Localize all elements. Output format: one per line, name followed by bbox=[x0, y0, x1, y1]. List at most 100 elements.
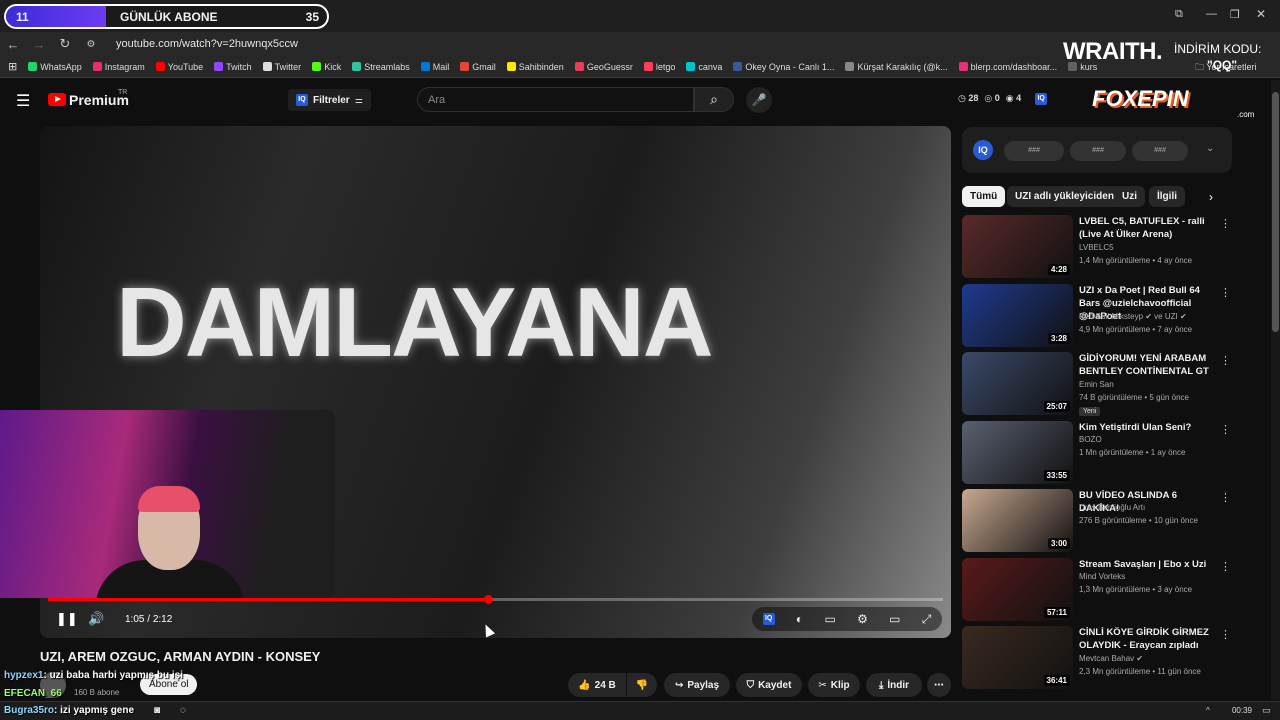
tray-chevron-icon[interactable]: ^ bbox=[1206, 706, 1210, 715]
recommendation-item[interactable]: 57:11 Stream Savaşları | Ebo x Uzi Mind Vo… bbox=[962, 557, 1262, 622]
chip-uploader[interactable]: UZI adlı yükleyiciden bbox=[1007, 186, 1122, 207]
chevron-down-icon[interactable]: ⌄ bbox=[1206, 143, 1214, 154]
iq-panel-icon[interactable]: IQ bbox=[973, 140, 993, 160]
bookmark-item[interactable]: GeoGuessr bbox=[574, 62, 633, 72]
recommendation-title[interactable]: LVBEL C5, BATUFLEX - ralli (Live At Ülke… bbox=[1079, 215, 1219, 241]
clip-button[interactable]: ✂ Klip bbox=[808, 673, 860, 697]
app-icon[interactable]: ◌ bbox=[180, 705, 186, 716]
dislike-button[interactable]: 👎 bbox=[627, 673, 657, 697]
recommendation-item[interactable]: 25:07 GİDİYORUM! YENİ ARABAM BENTLEY CONT… bbox=[962, 352, 1262, 416]
chip-related[interactable]: İlgili bbox=[1149, 186, 1185, 207]
recommendation-thumbnail[interactable]: 25:07 bbox=[962, 352, 1073, 415]
recommendation-item[interactable]: 4:28 LVBEL C5, BATUFLEX - ralli (Live At … bbox=[962, 215, 1262, 279]
recommendation-thumbnail[interactable]: 3:00 bbox=[962, 489, 1073, 552]
bookmark-item[interactable]: Kick bbox=[312, 62, 341, 72]
bookmark-item[interactable]: Okey Oyna - Canlı 1... bbox=[733, 62, 834, 72]
discord-icon[interactable]: ◙ bbox=[154, 705, 160, 716]
more-vert-icon[interactable]: ⋮ bbox=[1220, 560, 1231, 573]
chip-uzi[interactable]: Uzi bbox=[1114, 186, 1145, 207]
back-icon[interactable]: ← bbox=[0, 37, 26, 52]
search-input[interactable]: Ara bbox=[417, 87, 694, 112]
bookmark-item[interactable]: Sahibinden bbox=[506, 62, 564, 72]
recommendation-channel[interactable]: Mind Vorteks bbox=[1079, 572, 1125, 581]
save-button[interactable]: ⛉ Kaydet bbox=[736, 673, 802, 697]
recommendation-title[interactable]: Kim Yetiştirdi Ulan Seni? bbox=[1079, 421, 1219, 434]
bookmark-item[interactable]: Twitter bbox=[262, 62, 301, 72]
chevron-right-icon[interactable]: › bbox=[1209, 190, 1213, 204]
subtitles-icon[interactable]: ▭ bbox=[824, 612, 835, 626]
bookmark-item[interactable]: Kürşat Karakılıç (@k... bbox=[845, 62, 948, 72]
recommendation-item[interactable]: 36:41 CİNLİ KÖYE GİRDİK GİRMEZ OLAYDIK - … bbox=[962, 626, 1262, 690]
autoplay-toggle[interactable]: ◐ bbox=[796, 612, 803, 626]
pause-button[interactable]: ❚❚ bbox=[56, 611, 78, 627]
settings-icon[interactable]: ⚙ bbox=[857, 612, 868, 626]
recommendation-thumbnail[interactable]: 33:55 bbox=[962, 420, 1073, 484]
progress-bar[interactable] bbox=[48, 595, 943, 604]
bookmark-item[interactable]: Gmail bbox=[460, 62, 496, 72]
bookmark-item[interactable]: Mail bbox=[420, 62, 449, 72]
apps-icon[interactable]: ⊞ bbox=[8, 60, 17, 73]
recommendation-channel[interactable]: BOZO bbox=[1079, 435, 1102, 444]
theater-mode-icon[interactable]: ▭ bbox=[889, 612, 900, 626]
recommendation-thumbnail[interactable]: 3:28 bbox=[962, 283, 1073, 347]
close-icon[interactable]: ✕ bbox=[1256, 7, 1266, 21]
more-vert-icon[interactable]: ⋮ bbox=[1220, 354, 1231, 367]
panel-pill[interactable]: ### bbox=[1004, 141, 1064, 161]
recommendation-title[interactable]: CİNLİ KÖYE GİRDİK GİRMEZ OLAYDIK - Erayc… bbox=[1079, 626, 1219, 652]
recommendation-title[interactable]: Stream Savaşları | Ebo x Uzi bbox=[1079, 558, 1219, 571]
filters-button[interactable]: IQ Filtreler ⚌ bbox=[288, 89, 371, 111]
bookmark-item[interactable]: Twitch bbox=[214, 62, 252, 72]
more-vert-icon[interactable]: ⋮ bbox=[1220, 423, 1231, 436]
bookmark-item[interactable]: YouTube bbox=[155, 62, 203, 72]
bookmark-item[interactable]: WhatsApp bbox=[28, 62, 82, 72]
like-button[interactable]: 👍 24 B bbox=[568, 673, 626, 697]
forward-icon[interactable]: → bbox=[26, 37, 52, 52]
bookmark-item[interactable]: Instagram bbox=[92, 62, 145, 72]
scrollbar-thumb[interactable] bbox=[1272, 92, 1279, 332]
share-button[interactable]: ↪ Paylaş bbox=[664, 673, 730, 697]
page-scrollbar[interactable] bbox=[1271, 80, 1280, 700]
iq-player-icon[interactable]: IQ bbox=[762, 613, 775, 625]
minimize-icon[interactable]: — bbox=[1206, 8, 1217, 20]
recommendation-channel[interactable]: LVBELC5 bbox=[1079, 243, 1114, 252]
reload-icon[interactable]: ↻ bbox=[52, 36, 78, 52]
bookmark-item[interactable]: canva bbox=[686, 62, 722, 72]
progress-scrubber[interactable] bbox=[484, 595, 494, 604]
bookmark-item[interactable]: Streamlabs bbox=[352, 62, 410, 72]
recommendation-thumbnail[interactable]: 4:28 bbox=[962, 215, 1073, 278]
recommendation-item[interactable]: 3:28 UZI x Da Poet | Red Bull 64 Bars @uz… bbox=[962, 283, 1262, 348]
recommendation-channel[interactable]: Mevtcan Bahav ✔ bbox=[1079, 654, 1143, 663]
recommendation-channel[interactable]: Red Bull Miksteyp ✔ ve UZI ✔ bbox=[1079, 312, 1187, 321]
site-info-icon[interactable]: ⚙ bbox=[78, 39, 104, 50]
recommendation-channel[interactable]: Uras Benlioğlu Artı bbox=[1079, 503, 1145, 512]
bookmark-item[interactable]: letgo bbox=[643, 62, 675, 72]
eye-icon: ◉ bbox=[1005, 93, 1014, 103]
more-vert-icon[interactable]: ⋮ bbox=[1220, 628, 1231, 641]
search-button[interactable]: ⌕ bbox=[694, 87, 734, 112]
bookmark-item[interactable]: blerp.com/dashboar... bbox=[958, 62, 1057, 72]
panel-pill[interactable]: ### bbox=[1132, 141, 1188, 161]
chip-all[interactable]: Tümü bbox=[962, 186, 1006, 207]
voice-search-button[interactable]: 🎤 bbox=[746, 87, 772, 113]
download-button[interactable]: ⤓ İndir bbox=[866, 673, 922, 697]
recommendation-thumbnail[interactable]: 36:41 bbox=[962, 626, 1073, 689]
panel-pill[interactable]: ### bbox=[1070, 141, 1126, 161]
fullscreen-icon[interactable]: ⤢ bbox=[922, 612, 932, 627]
youtube-logo-icon[interactable] bbox=[48, 93, 66, 106]
notification-icon[interactable]: ▭ bbox=[1262, 705, 1271, 716]
more-vert-icon[interactable]: ⋮ bbox=[1220, 491, 1231, 504]
url-field[interactable]: youtube.com/watch?v=2huwnqx5ccw bbox=[116, 38, 298, 50]
hamburger-menu-icon[interactable]: ☰ bbox=[16, 91, 30, 111]
recommendation-title[interactable]: GİDİYORUM! YENİ ARABAM BENTLEY CONTİNENT… bbox=[1079, 352, 1219, 378]
iq-header-icon[interactable]: IQ bbox=[1035, 93, 1048, 105]
more-vert-icon[interactable]: ⋮ bbox=[1220, 217, 1231, 230]
more-vert-icon[interactable]: ⋮ bbox=[1220, 286, 1231, 299]
recommendation-thumbnail[interactable]: 57:11 bbox=[962, 557, 1073, 621]
recommendation-channel[interactable]: Emin San bbox=[1079, 380, 1114, 389]
maximize-icon[interactable]: ❐ bbox=[1230, 8, 1240, 21]
volume-icon[interactable]: 🔊 bbox=[88, 611, 104, 627]
extensions-icon[interactable]: ⧉ bbox=[1175, 8, 1183, 21]
more-actions-button[interactable]: ⋯ bbox=[927, 673, 951, 697]
recommendation-item[interactable]: 3:00 BU VİDEO ASLINDA 6 DAKİKA! Uras Benli… bbox=[962, 489, 1262, 553]
recommendation-item[interactable]: 33:55 Kim Yetiştirdi Ulan Seni? BOZO 1 Mn g… bbox=[962, 420, 1262, 485]
